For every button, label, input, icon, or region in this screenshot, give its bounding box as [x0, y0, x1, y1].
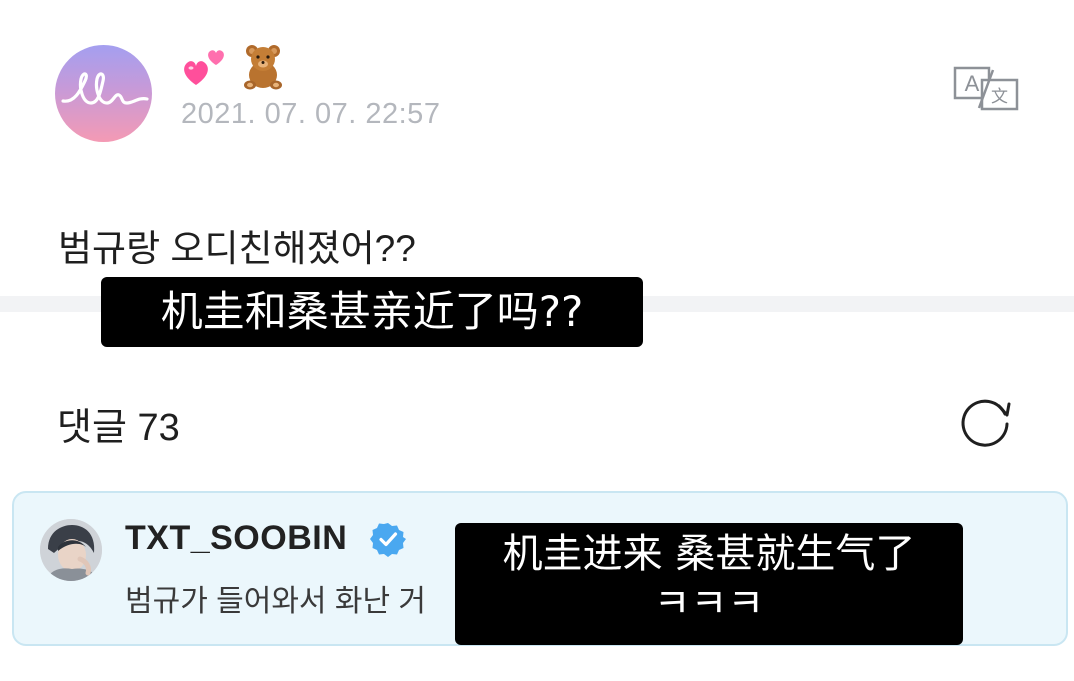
profile-photo [40, 519, 102, 581]
refresh-icon [961, 399, 1011, 447]
translate-button[interactable]: A 文 [952, 64, 1020, 112]
post-translation-subtitle: 机圭和桑甚亲近了吗?? [101, 277, 643, 347]
post-body-text: 범규랑 오디친해졌어?? [58, 228, 416, 269]
svg-text:A: A [965, 71, 980, 96]
author-avatar[interactable] [55, 45, 152, 142]
comment-subtitle-line-2: ㅋㅋㅋ [653, 581, 765, 627]
refresh-comments-button[interactable] [958, 393, 1014, 449]
comment-body-text: 범규가 들어와서 화난 거 [125, 585, 427, 618]
teddy-bear-icon [244, 45, 282, 90]
comment-translation-subtitle: 机圭进来 桑甚就生气了 ㅋㅋㅋ [455, 523, 963, 645]
verified-badge-icon [370, 523, 406, 557]
comment-subtitle-line-1: 机圭进来 桑甚就生气了 [502, 531, 916, 577]
translate-icon: A 文 [953, 66, 1019, 111]
comments-count-label: 댓글 73 [57, 407, 180, 449]
post-timestamp: 2021. 07. 07. 22:57 [181, 98, 441, 130]
weverse-logo-icon [61, 72, 149, 105]
two-hearts-icon [184, 50, 224, 85]
commenter-avatar[interactable] [40, 519, 102, 581]
author-name [180, 40, 288, 92]
svg-text:文: 文 [991, 87, 1008, 107]
comment-author-name[interactable]: TXT_SOOBIN [125, 519, 347, 558]
